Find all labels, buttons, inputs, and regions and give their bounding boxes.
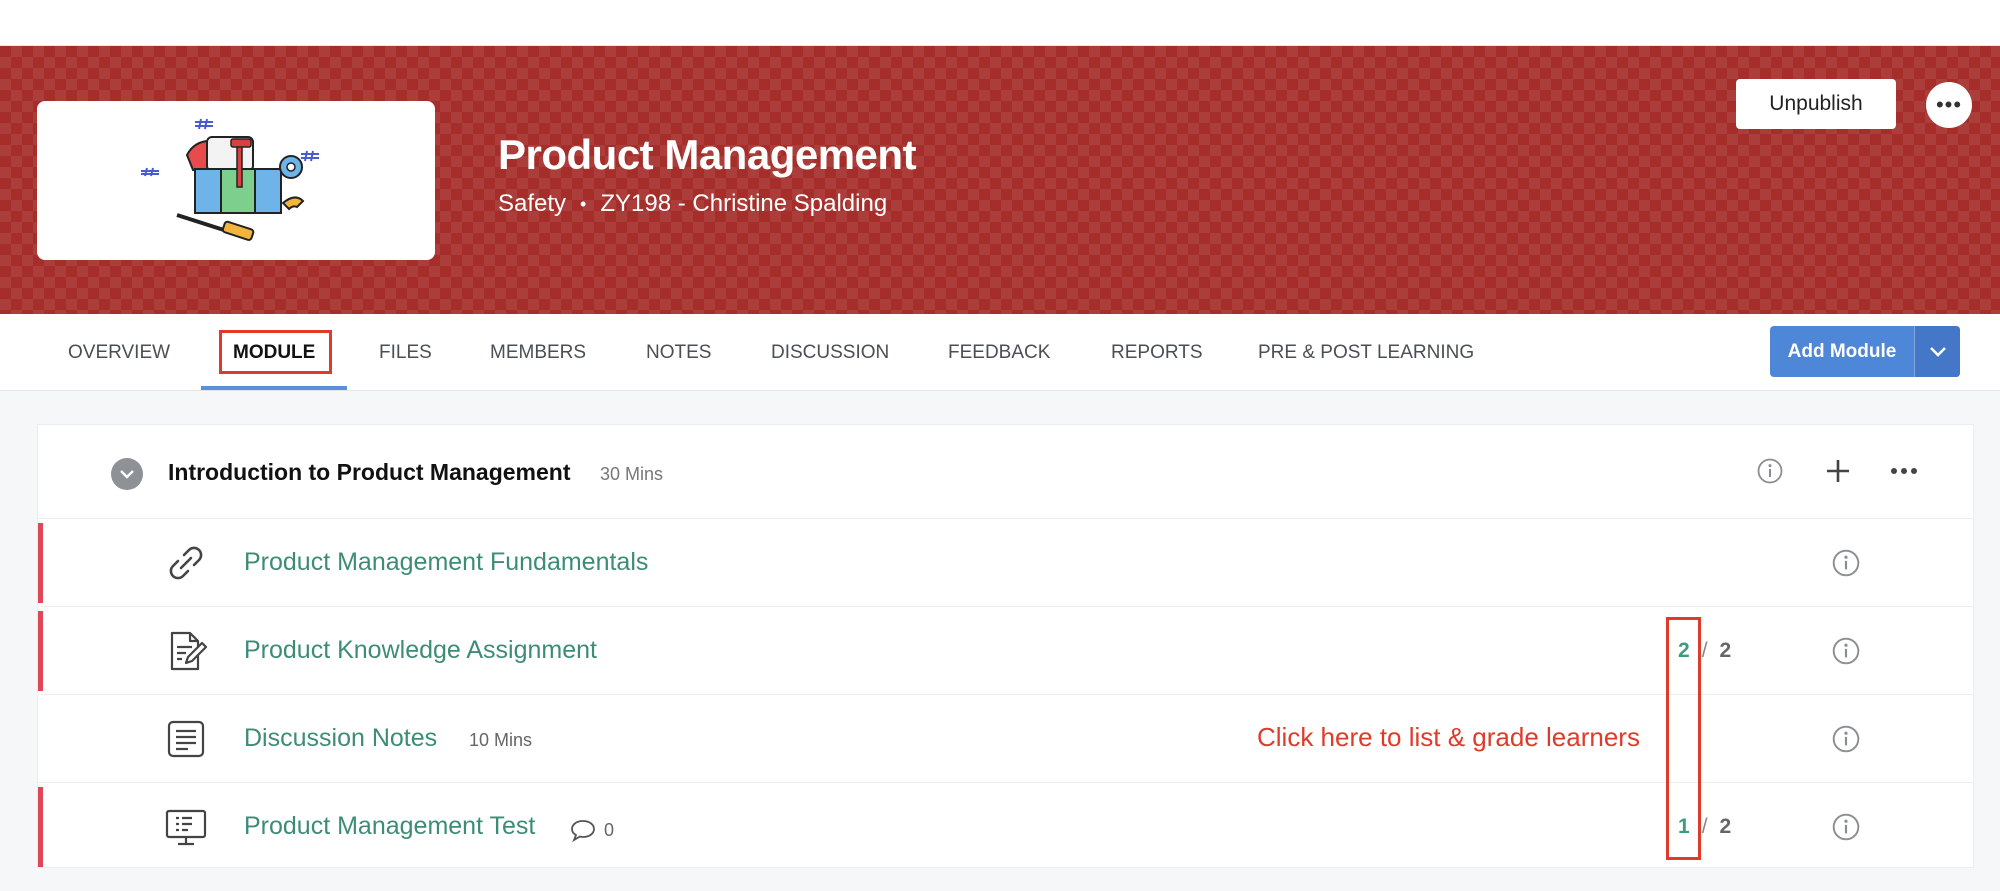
add-module-label[interactable]: Add Module xyxy=(1770,326,1914,377)
module-more-button[interactable] xyxy=(1886,453,1922,489)
comment-icon xyxy=(571,820,595,842)
item-title[interactable]: Product Management Fundamentals xyxy=(244,548,648,577)
info-icon xyxy=(1757,458,1783,484)
more-icon: ••• xyxy=(1935,92,1963,117)
tab-pre-post-learning[interactable]: PRE & POST LEARNING xyxy=(1258,314,1474,391)
meta-separator: • xyxy=(580,193,587,214)
course-banner: Product Management Safety • ZY198 - Chri… xyxy=(0,46,2000,314)
item-accent-bar xyxy=(38,787,43,867)
grade-annotation-box xyxy=(1666,617,1701,860)
assignment-icon xyxy=(170,631,208,671)
active-tab-indicator xyxy=(201,386,347,390)
course-category: Safety xyxy=(498,190,567,217)
tab-discussion[interactable]: DISCUSSION xyxy=(771,314,889,391)
item-title[interactable]: Discussion Notes xyxy=(244,724,437,753)
add-module-button[interactable]: Add Module xyxy=(1770,326,1960,377)
comment-count-value: 0 xyxy=(604,819,615,840)
unpublish-button[interactable]: Unpublish xyxy=(1736,79,1896,129)
score-separator: / xyxy=(1701,639,1708,662)
course-title: Product Management xyxy=(498,131,917,178)
module-header: Introduction to Product Management 30 Mi… xyxy=(38,425,1973,519)
module-title: Introduction to Product Management xyxy=(168,459,571,485)
course-meta: Safety • ZY198 - Christine Spalding xyxy=(498,190,887,218)
list-item[interactable]: Product Management Fundamentals xyxy=(38,519,1973,607)
score-separator: / xyxy=(1701,815,1708,838)
item-title[interactable]: Product Knowledge Assignment xyxy=(244,636,597,665)
tab-files[interactable]: FILES xyxy=(379,314,432,391)
notes-icon xyxy=(167,720,205,758)
item-accent-bar xyxy=(38,523,43,603)
info-icon[interactable] xyxy=(1831,548,1861,578)
info-icon[interactable] xyxy=(1831,724,1861,754)
comment-count[interactable]: 0 xyxy=(570,818,614,842)
item-accent-bar xyxy=(38,611,43,691)
plus-icon xyxy=(1827,460,1849,482)
total-count: 2 xyxy=(1719,815,1732,838)
item-duration: 10 Mins xyxy=(469,730,533,750)
add-item-button[interactable] xyxy=(1820,453,1856,489)
more-options-button[interactable]: ••• xyxy=(1926,82,1972,128)
tab-annotation-box xyxy=(219,330,332,374)
more-icon xyxy=(1891,468,1917,474)
grade-annotation-text: Click here to list & grade learners xyxy=(1257,722,1640,752)
total-count: 2 xyxy=(1719,639,1732,662)
chevron-down-icon xyxy=(120,470,134,479)
collapse-module-button[interactable] xyxy=(111,458,143,490)
module-info-button[interactable] xyxy=(1752,453,1788,489)
course-thumbnail xyxy=(37,101,435,260)
tab-reports[interactable]: REPORTS xyxy=(1111,314,1203,391)
tab-bar: OVERVIEW MODULE FILES MEMBERS NOTES DISC… xyxy=(0,314,2000,391)
toolbox-illustration xyxy=(141,118,319,241)
tab-members[interactable]: MEMBERS xyxy=(490,314,586,391)
course-code-instructor: ZY198 - Christine Spalding xyxy=(600,190,888,217)
link-icon xyxy=(169,546,203,580)
tab-overview[interactable]: OVERVIEW xyxy=(68,314,170,391)
info-icon[interactable] xyxy=(1831,812,1861,842)
test-icon xyxy=(165,809,207,846)
item-title[interactable]: Product Management Test xyxy=(244,812,535,841)
top-strip xyxy=(0,0,2000,46)
tab-feedback[interactable]: FEEDBACK xyxy=(948,314,1050,391)
add-module-dropdown[interactable] xyxy=(1914,326,1960,377)
tab-notes[interactable]: NOTES xyxy=(646,314,711,391)
chevron-down-icon xyxy=(1929,346,1946,357)
info-icon[interactable] xyxy=(1831,636,1861,666)
module-duration: 30 Mins xyxy=(600,464,664,484)
